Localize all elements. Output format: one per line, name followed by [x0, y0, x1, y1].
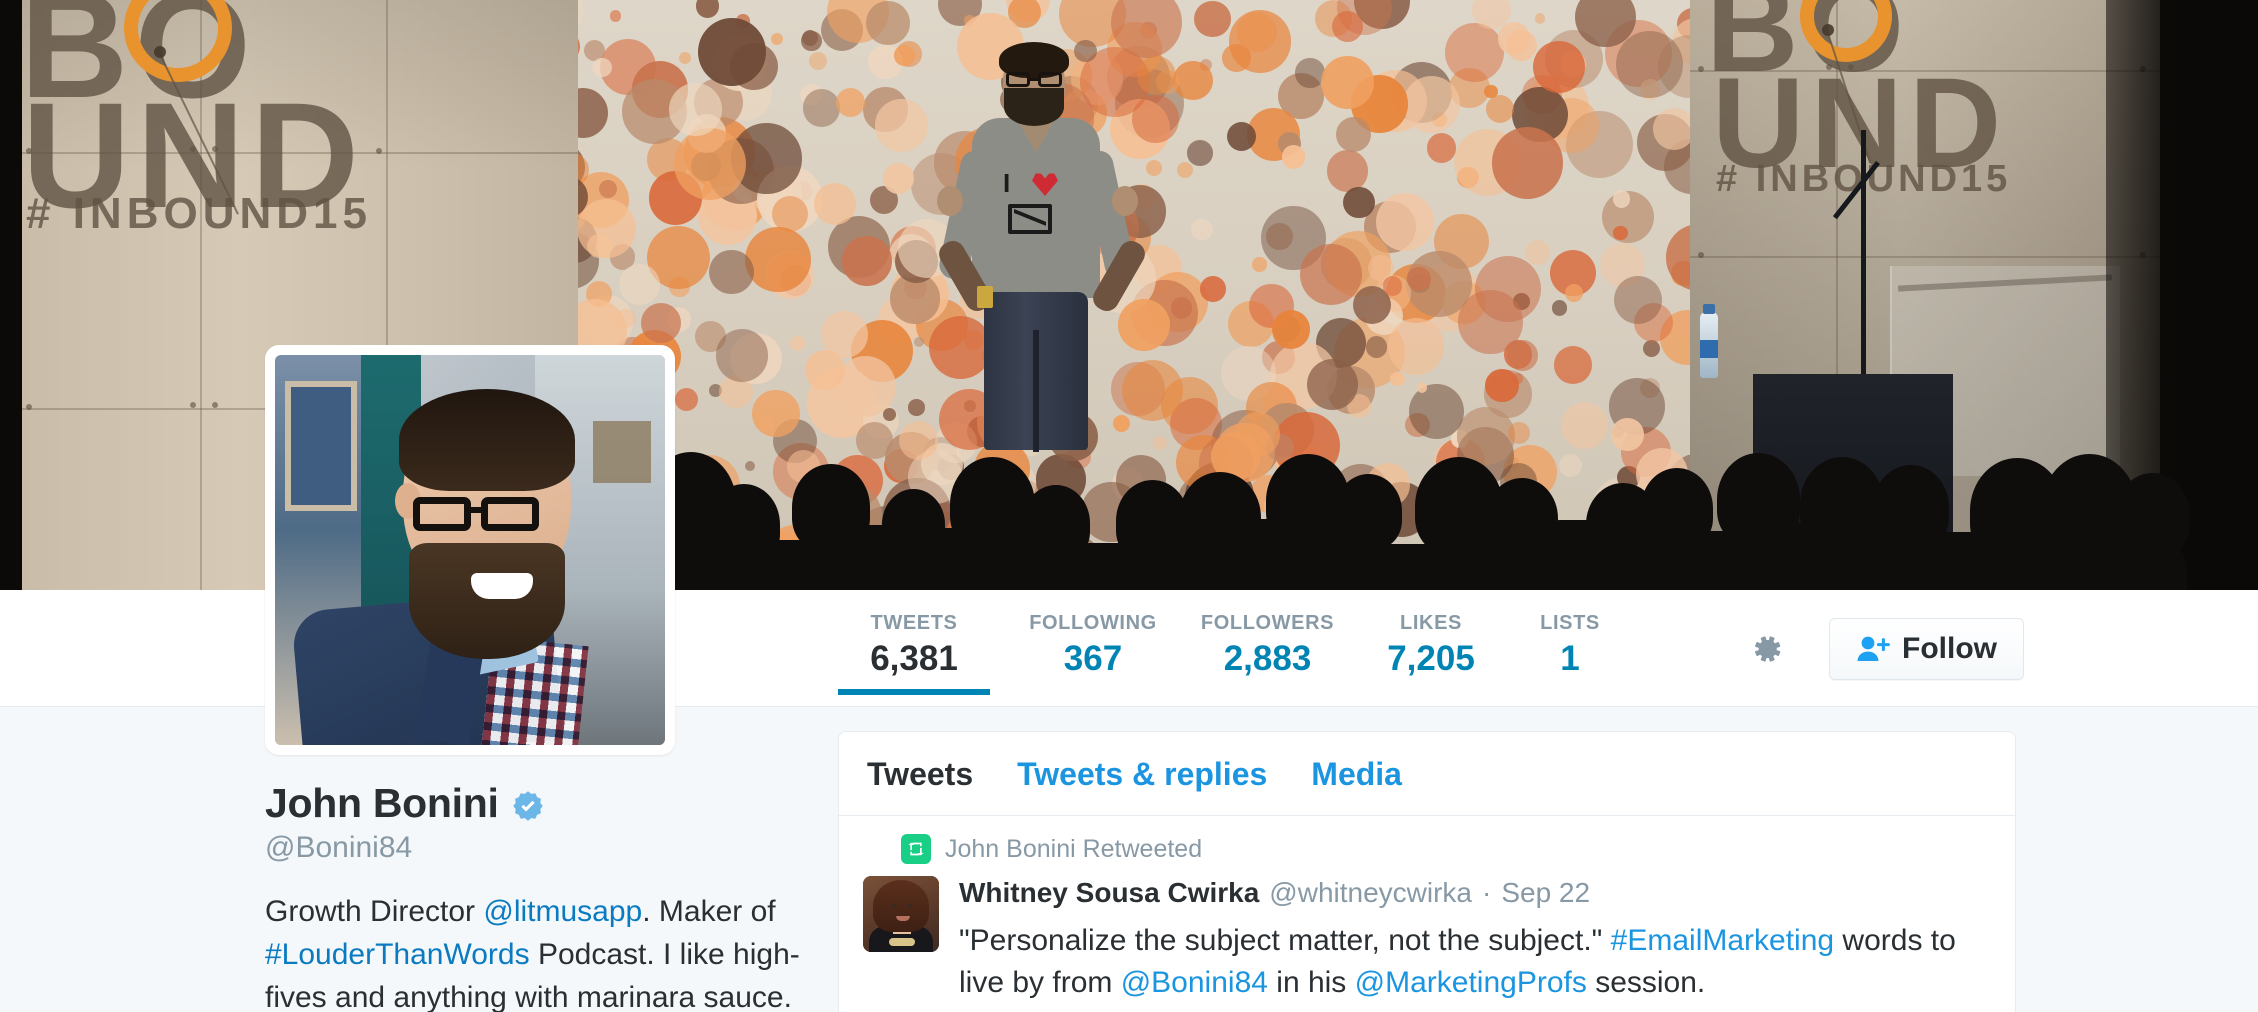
- profile-screen-name[interactable]: @Bonini84: [265, 831, 810, 865]
- verified-badge-icon: [511, 789, 545, 823]
- tab-tweets[interactable]: Tweets: [867, 758, 973, 790]
- follow-button[interactable]: Follow: [1829, 618, 2024, 680]
- tweet-body: Whitney Sousa Cwirka @whitneycwirka · Sep 2…: [863, 876, 1991, 1005]
- stat-likes[interactable]: LIKES 7,205: [1367, 590, 1495, 678]
- follow-button-label: Follow: [1902, 632, 1997, 665]
- tweet-author-handle[interactable]: @whitneycwirka: [1269, 876, 1472, 910]
- bio-link[interactable]: @litmusapp: [483, 895, 642, 928]
- gear-icon[interactable]: [1735, 618, 1797, 680]
- tweet-author-avatar[interactable]: [863, 876, 939, 952]
- stat-label: FOLLOWING: [1029, 612, 1157, 634]
- twitter-profile-page: I BO UND # INBOUND15 BO UND # INBOUND15 …: [0, 0, 2258, 1012]
- tweet-timestamp[interactable]: Sep 22: [1501, 876, 1590, 910]
- stat-value: 6,381: [870, 639, 958, 678]
- retweet-icon: [901, 834, 931, 864]
- retweet-context: John Bonini Retweeted: [863, 834, 1991, 864]
- profile-actions: Follow: [1735, 618, 2024, 680]
- banner-edge-left: [0, 0, 22, 590]
- stat-lists[interactable]: LISTS 1: [1525, 590, 1615, 678]
- avatar[interactable]: [265, 345, 675, 755]
- stat-value: 2,883: [1223, 639, 1312, 678]
- stat-label: TWEETS: [870, 612, 958, 634]
- stat-value: 7,205: [1387, 639, 1475, 678]
- profile-bio: Growth Director @litmusapp. Maker of #Lo…: [265, 895, 800, 1012]
- tweet-author-name[interactable]: Whitney Sousa Cwirka: [959, 876, 1259, 910]
- profile-identity: John Bonini @Bonini84 Growth Director @l…: [265, 780, 810, 1012]
- person-plus-icon: [1856, 634, 1890, 664]
- stat-value: 367: [1063, 639, 1123, 678]
- tweet-header: Whitney Sousa Cwirka @whitneycwirka · Sep 2…: [959, 876, 1991, 910]
- retweet-label[interactable]: John Bonini Retweeted: [945, 835, 1202, 864]
- tweet-link[interactable]: @MarketingProfs: [1355, 966, 1587, 999]
- backdrop-hashtag: # INBOUND15: [26, 189, 372, 238]
- tweet[interactable]: John Bonini Retweeted Whitney Sousa Cwirk…: [839, 816, 2015, 1005]
- tab-tweets-replies[interactable]: Tweets & replies: [1017, 758, 1267, 790]
- profile-name-row: John Bonini: [265, 780, 810, 827]
- tweet-text: "Personalize the subject matter, not the…: [959, 923, 1956, 1000]
- stat-label: LIKES: [1400, 612, 1462, 634]
- stat-followers[interactable]: FOLLOWERS 2,883: [1190, 590, 1345, 678]
- tweet-separator: ·: [1482, 877, 1492, 908]
- stat-tweets[interactable]: TWEETS 6,381: [838, 590, 990, 695]
- tweet-content: Whitney Sousa Cwirka @whitneycwirka · Sep 2…: [959, 876, 1991, 1005]
- tweet-link[interactable]: @Bonini84: [1121, 966, 1268, 999]
- avatar-image: [275, 355, 665, 745]
- shirt-letter: I: [1003, 168, 1011, 198]
- timeline-tabs: Tweets Tweets & replies Media: [839, 732, 2015, 816]
- stat-value: 1: [1560, 639, 1580, 678]
- tab-media[interactable]: Media: [1311, 758, 1402, 790]
- tweet-list: John Bonini Retweeted Whitney Sousa Cwirk…: [839, 816, 2015, 1005]
- bio-link[interactable]: #LouderThanWords: [265, 938, 530, 971]
- tweet-link[interactable]: #EmailMarketing: [1611, 924, 1834, 957]
- timeline-card: Tweets Tweets & replies Media John Bonini …: [838, 731, 2016, 1012]
- stat-label: LISTS: [1540, 612, 1600, 634]
- stat-label: FOLLOWERS: [1200, 612, 1335, 634]
- stat-following[interactable]: FOLLOWING 367: [1018, 590, 1168, 678]
- profile-stats: TWEETS 6,381 FOLLOWING 367 FOLLOWERS 2,883 LIK…: [838, 590, 1615, 707]
- envelope-icon: [1008, 204, 1052, 234]
- page-title[interactable]: John Bonini: [265, 780, 499, 827]
